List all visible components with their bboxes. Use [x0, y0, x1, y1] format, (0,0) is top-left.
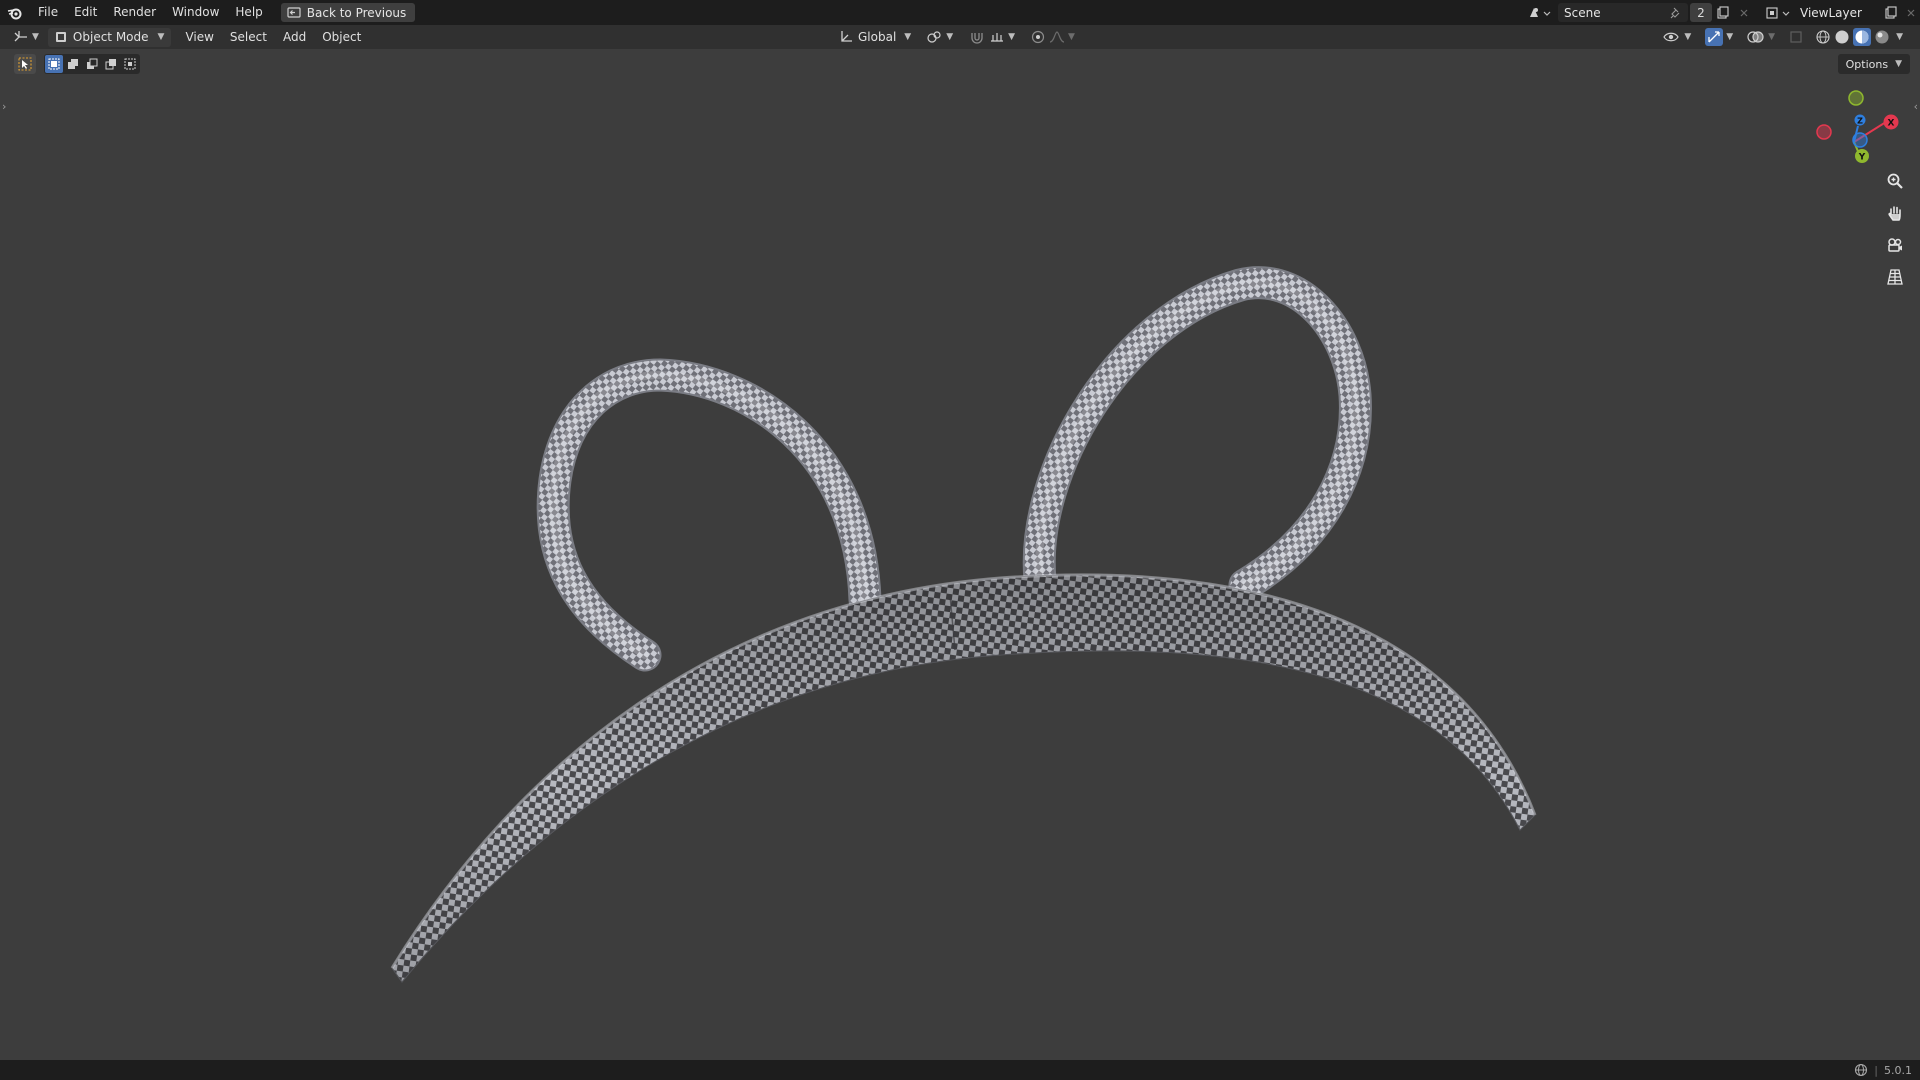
new-scene-icon[interactable] — [1712, 5, 1734, 20]
status-separator: | — [1874, 1063, 1878, 1077]
eye-icon — [1663, 30, 1681, 44]
object-mode-dropdown[interactable]: Object Mode ▼ — [47, 27, 172, 47]
back-to-previous-label: Back to Previous — [306, 5, 407, 20]
pivot-point-dropdown[interactable]: ▼ — [922, 28, 958, 47]
snapping-group[interactable]: ▼ — [964, 28, 1020, 47]
chevron-down-icon: ▼ — [946, 32, 954, 42]
material-preview-shading-icon[interactable] — [1853, 28, 1872, 46]
negative-z-axis-handle[interactable] — [1852, 132, 1868, 148]
snap-magnet-icon — [969, 30, 985, 44]
negative-x-axis-handle[interactable] — [1816, 124, 1832, 140]
object-mode-icon — [55, 31, 67, 43]
new-view-layer-icon[interactable] — [1880, 5, 1902, 20]
view-layer-selector-icon[interactable] — [1762, 5, 1796, 21]
perspective-toggle-button[interactable] — [1882, 264, 1908, 290]
gizmo-toggle[interactable]: ▼ — [1700, 28, 1738, 47]
blender-logo-icon[interactable] — [0, 0, 30, 25]
menu-help[interactable]: Help — [227, 0, 270, 25]
chevron-down-icon: ▼ — [157, 32, 165, 42]
negative-y-axis-handle[interactable] — [1848, 90, 1864, 106]
xray-icon — [1789, 30, 1803, 44]
scene-selector-icon[interactable] — [1528, 5, 1552, 21]
zoom-button[interactable] — [1882, 168, 1908, 194]
menu-select[interactable]: Select — [222, 25, 275, 50]
menu-object[interactable]: Object — [314, 25, 369, 50]
3d-viewport[interactable] — [0, 49, 1920, 1060]
status-bar: | 5.0.1 — [0, 1060, 1920, 1080]
menu-render[interactable]: Render — [105, 0, 164, 25]
solid-shading-icon[interactable] — [1834, 29, 1850, 45]
back-screen-icon — [287, 7, 301, 18]
snap-increment-icon — [989, 30, 1005, 44]
scene-name-field[interactable]: Scene — [1558, 3, 1688, 22]
transform-orientation-label: Global — [858, 30, 897, 44]
menu-add[interactable]: Add — [275, 25, 314, 50]
overlays-toggle[interactable]: ▼ — [1742, 28, 1780, 47]
chevron-down-icon: ▼ — [1726, 32, 1734, 42]
chevron-down-icon: ▼ — [1768, 32, 1776, 42]
menu-window[interactable]: Window — [164, 0, 227, 25]
chevron-down-icon[interactable]: ▼ — [1896, 32, 1903, 42]
top-bar: File Edit Render Window Help Back to Pre… — [0, 0, 1920, 25]
delete-scene-icon[interactable] — [1734, 8, 1754, 18]
proportional-editing-icon — [1031, 30, 1045, 44]
chevron-down-icon: ▼ — [1008, 32, 1016, 42]
right-ear-loop[interactable] — [1022, 266, 1372, 602]
viewport-navigation-buttons — [1882, 168, 1908, 290]
menu-view[interactable]: View — [177, 25, 221, 50]
viewport-display-tools: ▼ ▼ ▼ ▼ — [1658, 25, 1906, 49]
viewport-header: ▼ Object Mode ▼ View Select Add Object G… — [0, 25, 1920, 49]
blender-version: 5.0.1 — [1884, 1063, 1912, 1077]
transform-tools: Global ▼ ▼ ▼ ▼ — [834, 25, 1080, 49]
overlays-icon — [1747, 30, 1765, 44]
scene-name: Scene — [1564, 5, 1601, 20]
rendered-shading-icon[interactable] — [1874, 29, 1890, 45]
wireframe-shading-icon[interactable] — [1815, 29, 1831, 45]
menu-file[interactable]: File — [30, 0, 66, 25]
view-layer-name[interactable]: ViewLayer — [1796, 6, 1880, 20]
delete-view-layer-icon[interactable] — [1902, 8, 1920, 18]
chevron-down-icon: ▼ — [1068, 32, 1075, 42]
back-to-previous-button[interactable]: Back to Previous — [280, 3, 416, 22]
falloff-curve-icon — [1049, 30, 1065, 44]
transform-orientation-dropdown[interactable]: Global ▼ — [834, 28, 916, 47]
users-count-label: 2 — [1697, 5, 1705, 20]
hand-icon — [1886, 204, 1904, 222]
menu-edit[interactable]: Edit — [66, 0, 105, 25]
headband[interactable] — [390, 573, 1537, 983]
pan-button[interactable] — [1882, 200, 1908, 226]
x-axis-label: X — [1888, 119, 1895, 129]
y-axis-label: Y — [1858, 153, 1866, 163]
chevron-down-icon: ▼ — [1684, 32, 1692, 42]
chevron-down-icon: ▼ — [32, 32, 39, 42]
gizmo-icon — [1705, 28, 1724, 46]
editor-type-button[interactable]: ▼ — [8, 28, 44, 47]
network-globe-icon — [1854, 1063, 1868, 1077]
pin-icon[interactable] — [1670, 7, 1682, 19]
z-axis-label: Z — [1857, 117, 1863, 126]
orientation-axes-icon — [839, 30, 853, 44]
3d-viewport-icon — [13, 30, 29, 44]
grid-perspective-icon — [1886, 268, 1904, 286]
selectability-visibility-dropdown[interactable]: ▼ — [1658, 28, 1696, 47]
object-mode-label: Object Mode — [72, 30, 149, 44]
zoom-magnifier-icon — [1886, 172, 1904, 190]
scene-users-count: 2 — [1690, 3, 1712, 22]
pivot-point-icon — [927, 30, 943, 44]
camera-icon — [1886, 236, 1904, 254]
camera-view-button[interactable] — [1882, 232, 1908, 258]
proportional-editing-group[interactable]: ▼ — [1026, 28, 1080, 47]
chevron-down-icon: ▼ — [904, 32, 912, 42]
navigation-gizmo[interactable]: Z X Y — [1816, 84, 1906, 164]
shading-modes: ▼ — [1812, 28, 1906, 47]
xray-toggle[interactable] — [1784, 28, 1808, 47]
